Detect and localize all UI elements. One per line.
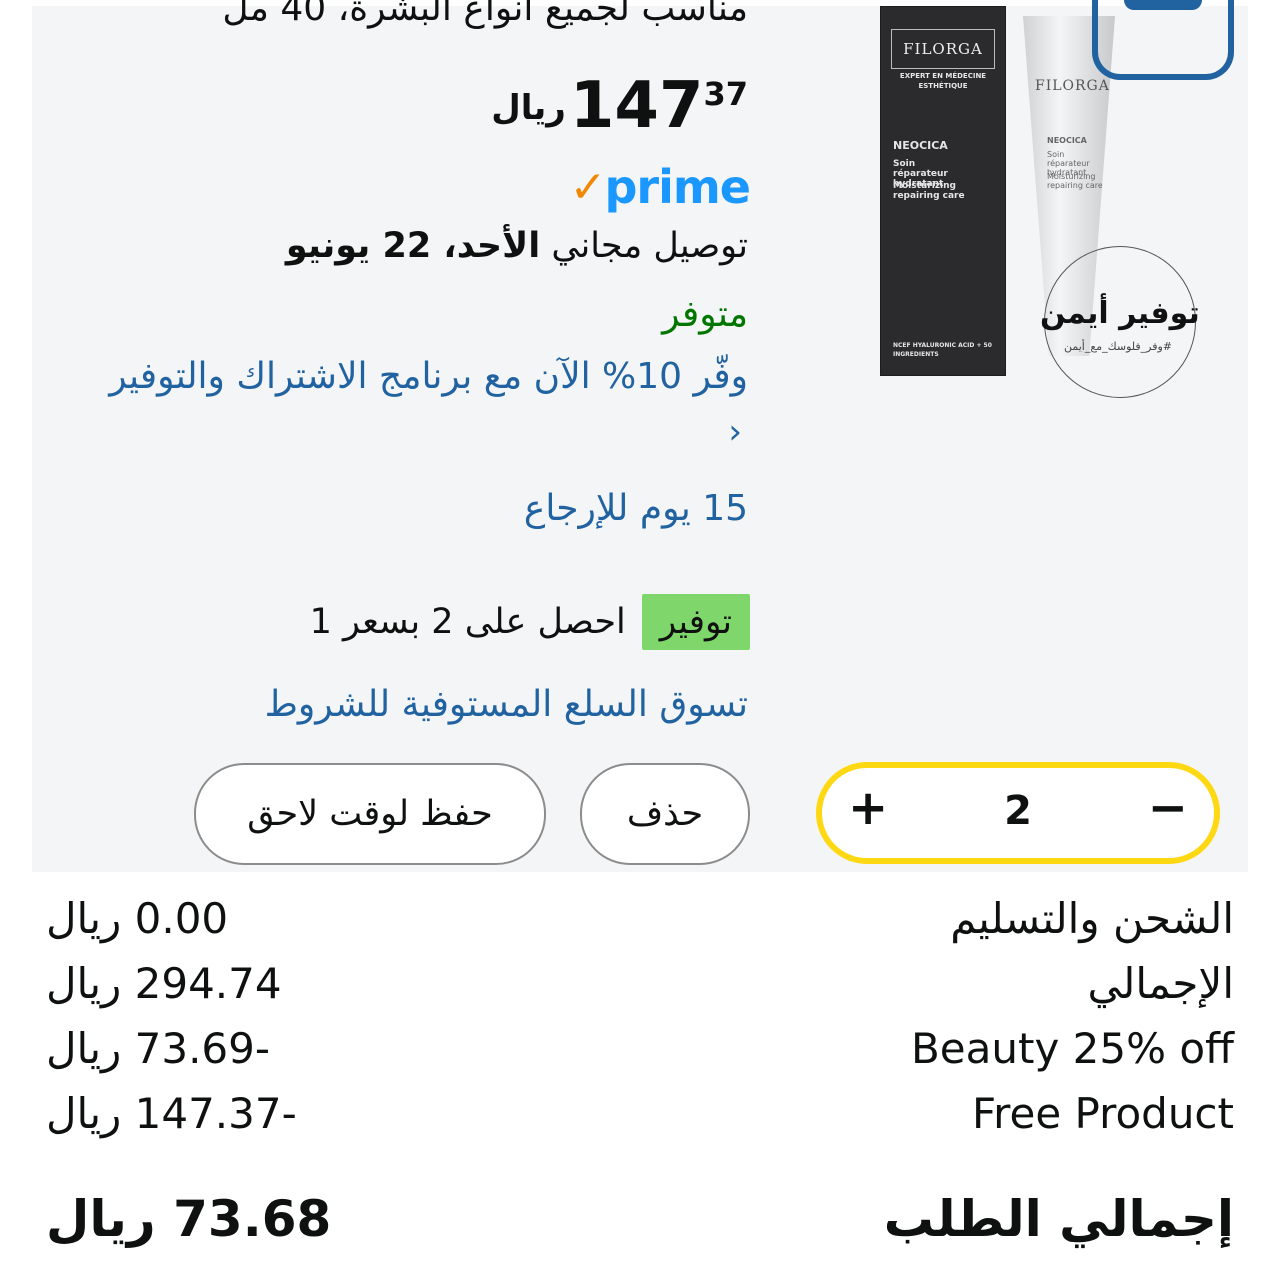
quantity-stepper: + 2 − [816,762,1220,864]
tube-brand: FILORGA [1035,78,1110,94]
summary-value: 294.74 ريال [46,959,282,1008]
deal-text: احصل على 2 بسعر 1 [309,602,626,642]
deal-row: توفير احصل على 2 بسعر 1 [310,594,750,650]
delete-button[interactable]: حذف [580,763,750,865]
box-footer: NCEF HYALURONIC ACID + 50 INGREDIENTS [893,342,992,358]
summary-row-beauty-discount: Beauty 25% off -73.69 ريال [46,1024,1234,1084]
order-total-value: 73.68 ريال [46,1190,332,1248]
summary-row-subtotal: الإجمالي 294.74 ريال [46,959,1234,1019]
prime-badge: ✓ prime [569,160,751,214]
availability-status: متوفر [662,294,748,335]
price-currency: ريال [491,88,566,128]
summary-label: الإجمالي [1087,959,1234,1008]
minus-icon[interactable]: − [1148,780,1188,836]
summary-row-free-product: Free Product -147.37 ريال [46,1089,1234,1149]
box-line-2: Moisturizing repairing care [893,181,965,201]
watermark-hashtag: #وفر_فلوسك_مع_أيمن [1064,340,1173,353]
price-whole: 147 [569,69,704,143]
summary-value: -147.37 ريال [46,1089,297,1138]
order-total-row: إجمالي الطلب 73.68 ريال [46,1190,1234,1260]
box-product-name: NEOCICA [893,139,948,152]
summary-label: Free Product [972,1089,1234,1138]
chevron-left-icon[interactable]: › [728,412,742,452]
summary-label: الشحن والتسليم [950,894,1234,943]
summary-row-shipping: الشحن والتسليم 0.00 ريال [46,894,1234,954]
summary-label: Beauty 25% off [910,1024,1234,1073]
summary-value: 0.00 ريال [46,894,229,943]
tube-product-name: NEOCICA [1047,136,1087,145]
qualifying-items-link[interactable]: تسوق السلع المستوفية للشروط [265,684,748,725]
wishlist-icon-fill [1124,0,1202,10]
delivery-info: توصيل مجاني الأحد، 22 يونيو [286,226,748,266]
deal-badge: توفير [641,594,750,650]
watermark-text: توفير أيمن [1040,296,1200,331]
delivery-date: الأحد، 22 يونيو [285,226,541,266]
price: ريال 147 37 [491,74,748,138]
save-for-later-button[interactable]: حفظ لوقت لاحق [194,763,546,865]
product-title[interactable]: مناسب لجميع أنواع البشرة، 40 مل [222,0,748,29]
returns-link[interactable]: 15 يوم للإرجاع [524,488,748,529]
subscribe-save-link[interactable]: وفّر 10% الآن مع برنامج الاشتراك والتوفي… [109,356,748,397]
delivery-prefix: توصيل مجاني [551,226,748,266]
wishlist-icon[interactable] [1092,0,1234,80]
box-brand: FILORGA [891,29,995,69]
order-total-label: إجمالي الطلب [883,1190,1234,1248]
prime-label: prime [604,160,751,214]
box-expert-text: EXPERT EN MÉDECINE ESTHÉTIQUE [899,72,987,90]
summary-value: -73.69 ريال [46,1024,271,1073]
tube-line-2: Moisturizing repairing care [1047,172,1103,190]
price-fraction: 37 [703,75,748,113]
product-box-image: FILORGA EXPERT EN MÉDECINE ESTHÉTIQUE NE… [880,6,1006,376]
prime-check-icon: ✓ [569,161,607,213]
